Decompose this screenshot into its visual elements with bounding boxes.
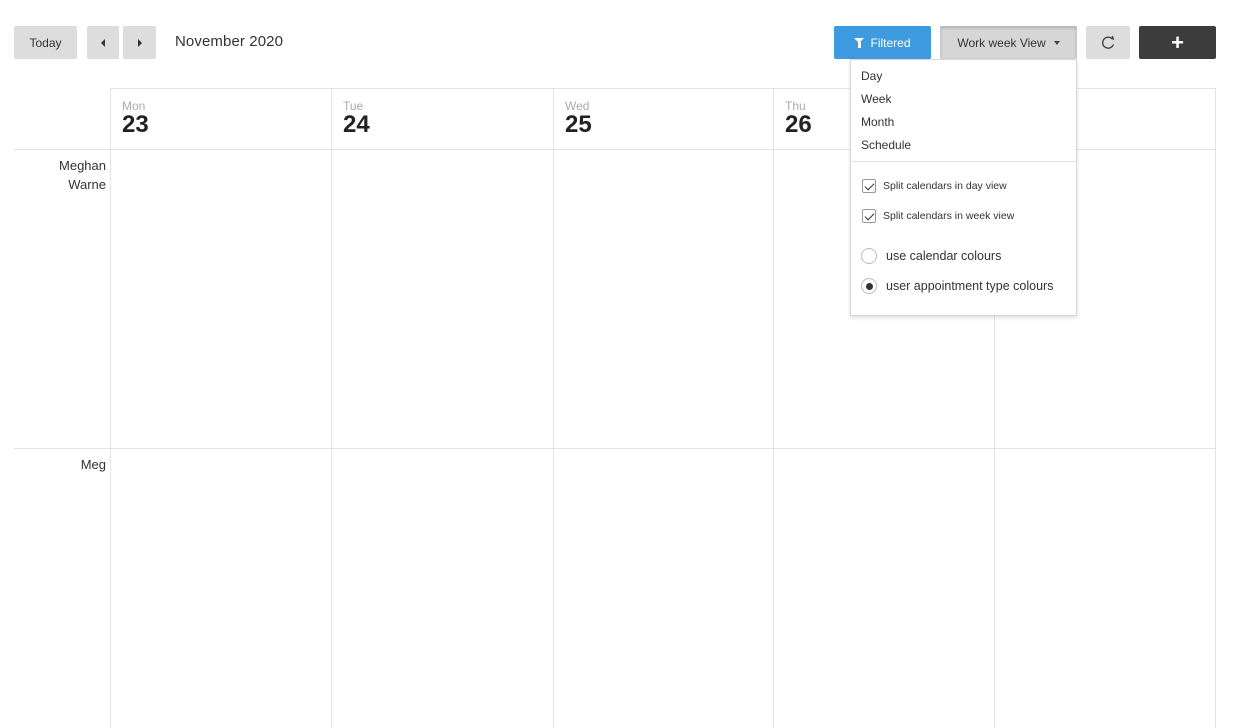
day-of-week: Wed	[565, 99, 590, 113]
funnel-icon	[854, 38, 865, 48]
appointment-type-colours-radio[interactable]	[861, 278, 877, 294]
appointment-type-colours-label: user appointment type colours	[886, 279, 1054, 293]
filtered-button[interactable]: Filtered	[834, 26, 931, 59]
day-number: 23	[122, 111, 149, 138]
split-week-view-option[interactable]: Split calendars in week view	[862, 209, 1014, 223]
day-of-week: Mon	[122, 99, 146, 113]
split-day-view-label: Split calendars in day view	[883, 180, 1007, 192]
calendar-colours-option[interactable]: use calendar colours	[861, 248, 1001, 264]
day-number: 25	[565, 111, 592, 138]
month-title: November 2020	[175, 33, 284, 50]
menu-item-day[interactable]: Day	[861, 69, 882, 83]
resource-first-line: Meg	[80, 457, 106, 472]
today-button[interactable]: Today	[14, 26, 77, 59]
menu-divider	[851, 161, 1076, 162]
previous-button[interactable]	[87, 26, 119, 59]
column-line	[1215, 88, 1216, 728]
day-number: 24	[343, 111, 370, 138]
day-header-tue[interactable]: Tue 24	[332, 88, 553, 150]
split-week-view-label: Split calendars in week view	[883, 210, 1015, 222]
split-day-view-option[interactable]: Split calendars in day view	[862, 179, 1007, 193]
calendar-colours-radio[interactable]	[861, 248, 877, 264]
column-line	[773, 88, 774, 728]
view-selector-button[interactable]: Work week View	[940, 26, 1077, 59]
next-button[interactable]	[123, 26, 156, 59]
day-header-wed[interactable]: Wed 25	[554, 88, 773, 150]
add-appointment-button[interactable]: +	[1139, 26, 1216, 59]
caret-right-icon	[137, 38, 142, 47]
resource-first-line: Meghan	[59, 158, 106, 173]
appointment-type-colours-option[interactable]: user appointment type colours	[861, 278, 1053, 294]
resource-divider	[14, 448, 1216, 449]
resource-label-meg: Meg	[14, 455, 106, 474]
column-line	[110, 88, 111, 728]
refresh-icon	[1102, 35, 1115, 49]
caret-left-icon	[101, 38, 105, 47]
menu-item-month[interactable]: Month	[861, 115, 894, 129]
split-day-view-checkbox[interactable]	[862, 179, 876, 193]
column-line	[331, 88, 332, 728]
filtered-label: Filtered	[870, 35, 911, 50]
column-line	[553, 88, 554, 728]
view-dropdown-menu: Day Week Month Schedule Split calendars …	[850, 59, 1077, 316]
day-of-week: Tue	[343, 99, 364, 113]
view-selector-label: Work week View	[957, 35, 1046, 50]
refresh-button[interactable]	[1086, 26, 1130, 59]
resource-label-meghan-warne: Meghan Warne	[14, 156, 106, 194]
resource-second-line: Warne	[68, 177, 106, 192]
menu-item-week[interactable]: Week	[861, 92, 891, 106]
split-week-view-checkbox[interactable]	[862, 209, 876, 223]
day-header-mon[interactable]: Mon 23	[111, 88, 331, 150]
chevron-down-icon	[1053, 40, 1060, 45]
menu-item-schedule[interactable]: Schedule	[861, 138, 911, 152]
calendar-colours-label: use calendar colours	[886, 249, 1002, 263]
